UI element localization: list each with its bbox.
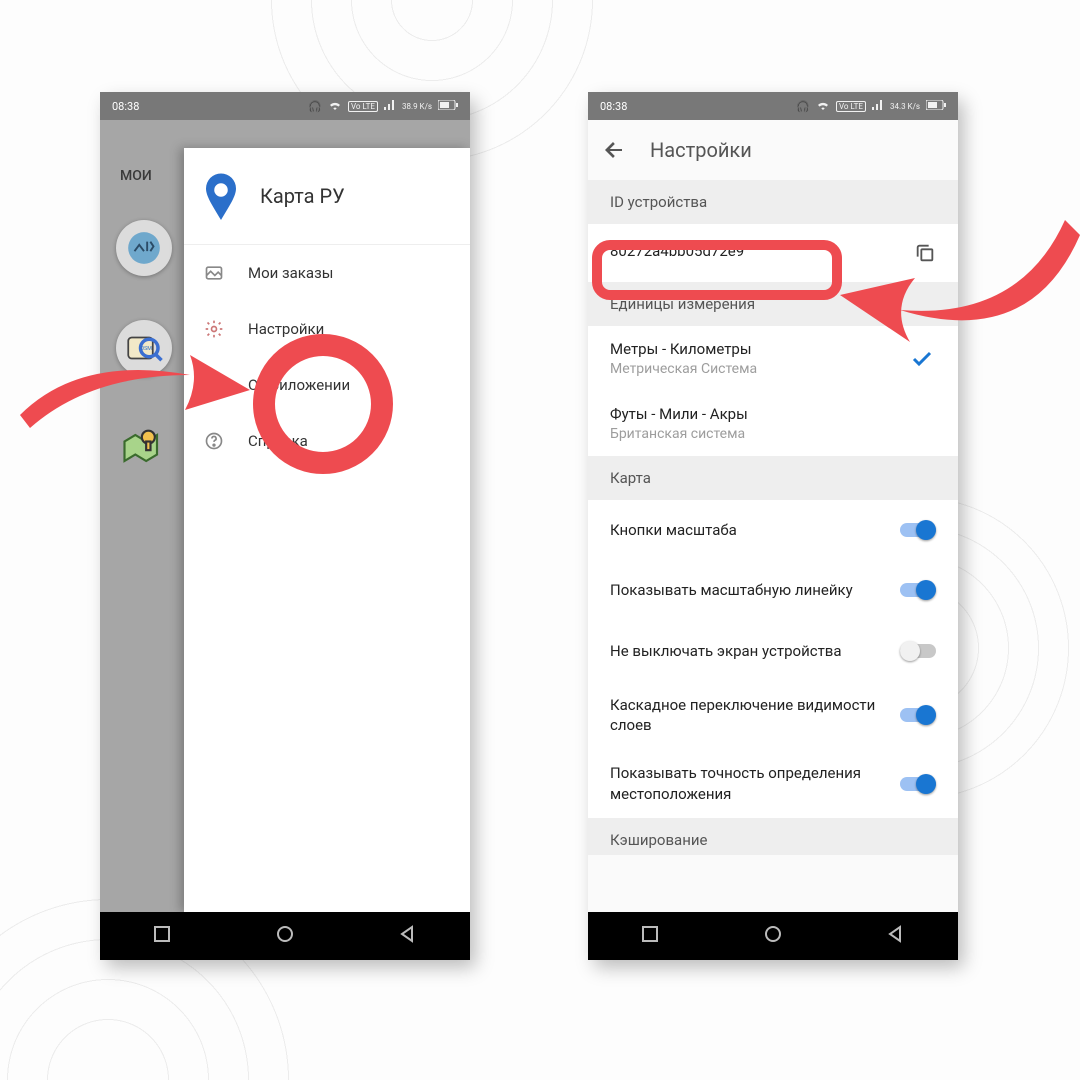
section-header-units: Единицы измерения	[588, 282, 958, 326]
menu-label: Настройки	[248, 320, 324, 338]
menu-item-orders[interactable]: Мои заказы	[184, 245, 470, 301]
nav-back-icon[interactable]	[887, 925, 905, 948]
app-logo-pin-icon	[202, 172, 240, 220]
menu-label: О приложении	[248, 376, 350, 394]
android-nav-bar	[100, 912, 470, 960]
app-title: Карта РУ	[260, 184, 345, 208]
switch-scale-ruler[interactable]: Показывать масштабную линейку	[588, 560, 958, 620]
headphones-icon: 🎧	[308, 100, 322, 113]
checkmark-icon	[910, 346, 934, 376]
switch-label: Кнопки масштаба	[610, 520, 936, 540]
menu-item-help[interactable]: Справка	[184, 413, 470, 469]
switch-keep-screen-on[interactable]: Не выключать экран устройства	[588, 621, 958, 681]
android-nav-bar	[588, 912, 958, 960]
copy-icon[interactable]	[914, 242, 936, 264]
unit-option-imperial[interactable]: Футы - Мили - Акры Британская система	[588, 391, 958, 456]
navigation-drawer: Карта РУ Мои заказы Настройки	[184, 148, 470, 912]
help-icon	[204, 431, 224, 451]
nav-home-icon[interactable]	[276, 925, 294, 948]
section-header-map: Карта	[588, 456, 958, 500]
switch-label: Показывать точность определения местопол…	[610, 763, 936, 804]
status-time: 08:38	[112, 100, 139, 113]
status-time: 08:38	[600, 100, 627, 113]
svg-text:OSM: OSM	[141, 346, 153, 352]
device-id-value: 80272a4bb05d72e9	[610, 242, 744, 260]
headphones-icon: 🎧	[796, 100, 810, 113]
volte-icon: Vo LTE	[836, 101, 866, 112]
battery-icon	[926, 100, 946, 113]
toggle-switch[interactable]	[900, 580, 936, 600]
unit-option-metric[interactable]: Метры - Километры Метрическая Система	[588, 326, 958, 391]
data-rate: 34.3 K/s	[890, 102, 920, 111]
toggle-switch[interactable]	[900, 641, 936, 661]
section-header-device-id: ID устройства	[588, 180, 958, 224]
signal-icon	[872, 100, 884, 113]
drawer-header: Карта РУ	[184, 148, 470, 245]
wifi-icon	[816, 100, 830, 113]
menu-item-settings[interactable]: Настройки	[184, 301, 470, 357]
option-subtitle: Британская система	[610, 426, 936, 442]
app-bar: Настройки	[588, 120, 958, 180]
status-bar: 08:38 🎧 Vo LTE 38.9 K/s	[100, 92, 470, 120]
switch-label: Не выключать экран устройства	[610, 641, 936, 661]
info-icon	[204, 375, 224, 395]
page-title: Настройки	[650, 138, 752, 162]
wifi-icon	[328, 100, 342, 113]
bg-bubble-3	[116, 420, 172, 476]
toggle-switch[interactable]	[900, 774, 936, 794]
signal-icon	[384, 100, 396, 113]
phone-left: 08:38 🎧 Vo LTE 38.9 K/s МОИ OSM	[100, 92, 470, 960]
map-picture-icon	[204, 263, 224, 283]
nav-back-icon[interactable]	[399, 925, 417, 948]
status-bar: 08:38 🎧 Vo LTE 34.3 K/s	[588, 92, 958, 120]
dimmed-main-content: МОИ OSM Карта РУ	[100, 120, 470, 912]
menu-item-about[interactable]: О приложении	[184, 357, 470, 413]
switch-cascade-layers[interactable]: Каскадное переключение видимости слоев	[588, 681, 958, 750]
menu-label: Справка	[248, 432, 308, 450]
switch-location-accuracy[interactable]: Показывать точность определения местопол…	[588, 749, 958, 818]
option-title: Футы - Мили - Акры	[610, 405, 936, 423]
menu-label: Мои заказы	[248, 264, 333, 282]
back-arrow-icon[interactable]	[602, 138, 626, 162]
option-title: Метры - Километры	[610, 340, 936, 358]
nav-recent-icon[interactable]	[641, 925, 659, 948]
nav-home-icon[interactable]	[764, 925, 782, 948]
bg-bubble-1	[116, 220, 172, 276]
bg-bubble-2: OSM	[116, 320, 172, 376]
toggle-switch[interactable]	[900, 520, 936, 540]
switch-label: Показывать масштабную линейку	[610, 580, 936, 600]
option-subtitle: Метрическая Система	[610, 361, 936, 377]
device-id-row[interactable]: 80272a4bb05d72e9	[588, 224, 958, 282]
switch-label: Каскадное переключение видимости слоев	[610, 695, 936, 736]
phone-right: 08:38 🎧 Vo LTE 34.3 K/s Настройки ID уст…	[588, 92, 958, 960]
nav-recent-icon[interactable]	[153, 925, 171, 948]
battery-icon	[438, 100, 458, 113]
toggle-switch[interactable]	[900, 705, 936, 725]
background-tab-label: МОИ	[120, 168, 152, 184]
switch-zoom-buttons[interactable]: Кнопки масштаба	[588, 500, 958, 560]
gear-icon	[204, 319, 224, 339]
volte-icon: Vo LTE	[348, 101, 378, 112]
data-rate: 38.9 K/s	[402, 102, 432, 111]
section-header-caching: Кэширование	[588, 818, 958, 855]
